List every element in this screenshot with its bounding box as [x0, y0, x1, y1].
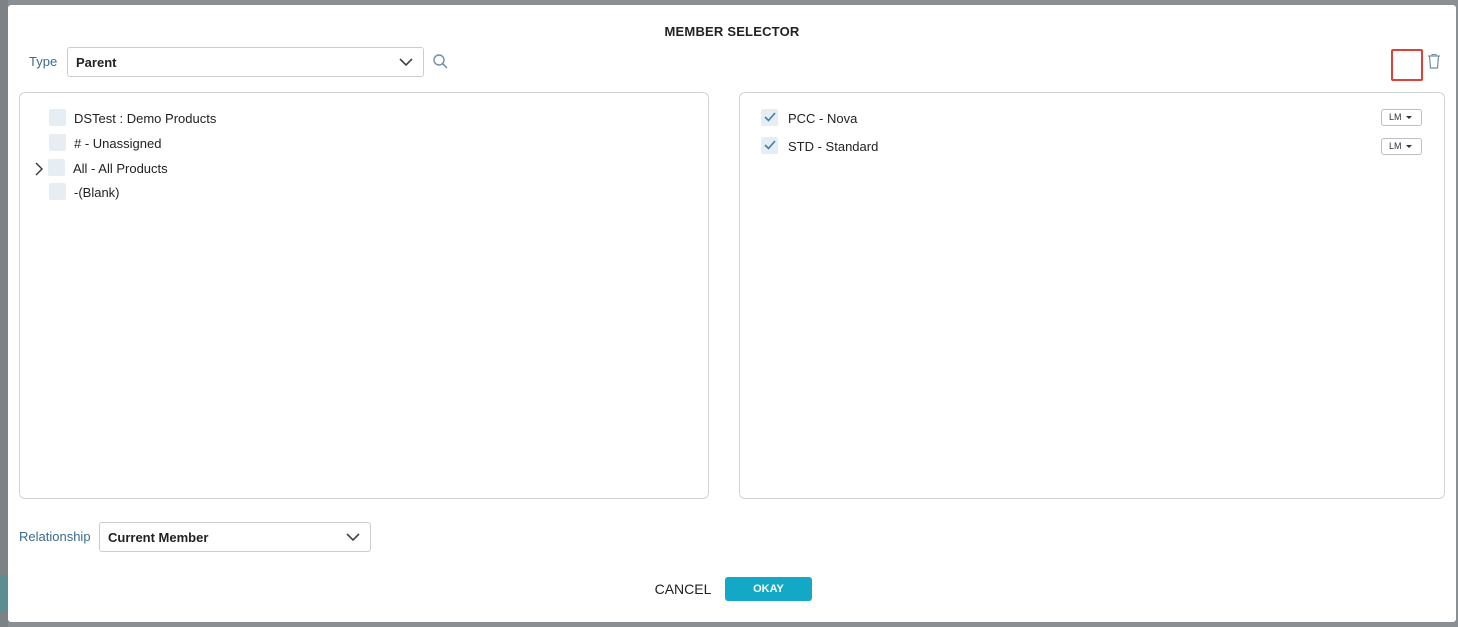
tree-item-label: # - Unassigned: [74, 136, 162, 151]
tree-item-checkbox[interactable]: [49, 183, 66, 200]
selected-item[interactable]: PCC - Nova LM: [761, 109, 1431, 129]
chevron-down-icon: [399, 58, 413, 67]
check-icon: [764, 140, 776, 150]
available-members-panel: DSTest : Demo Products # - Unassigned Al…: [19, 92, 709, 499]
type-label: Type: [29, 54, 58, 69]
caret-down-icon: [1406, 116, 1412, 119]
backdrop: [0, 0, 8, 627]
okay-button[interactable]: OKAY: [725, 577, 812, 601]
chevron-right-icon[interactable]: [34, 162, 44, 176]
selected-item-label: PCC - Nova: [788, 111, 858, 126]
dialog-title: MEMBER SELECTOR: [664, 24, 800, 39]
lm-dropdown-button[interactable]: LM: [1381, 138, 1422, 155]
highlighted-action-area[interactable]: [1391, 49, 1423, 81]
check-icon: [764, 112, 776, 122]
tree-item-checkbox[interactable]: [49, 109, 66, 126]
tree-item-checkbox[interactable]: [48, 159, 65, 176]
lm-dropdown-label: LM: [1389, 112, 1402, 122]
caret-down-icon: [1406, 145, 1412, 148]
cancel-button[interactable]: CANCEL: [648, 580, 718, 598]
trash-icon[interactable]: [1427, 53, 1441, 69]
tree-item-label: -(Blank): [74, 185, 120, 200]
tree-item-label: DSTest : Demo Products: [74, 111, 217, 126]
tree-item-checkbox[interactable]: [49, 134, 66, 151]
relationship-label: Relationship: [19, 529, 91, 544]
member-selector-dialog: MEMBER SELECTOR Type Parent DSTest : Dem…: [8, 5, 1456, 622]
selected-item-checkbox[interactable]: [761, 109, 778, 126]
relationship-select[interactable]: Current Member: [99, 522, 371, 552]
backdrop-element: [0, 575, 8, 611]
selected-item-checkbox[interactable]: [761, 137, 778, 154]
selected-item[interactable]: STD - Standard LM: [761, 137, 1431, 157]
selected-item-label: STD - Standard: [788, 139, 879, 154]
lm-dropdown-button[interactable]: LM: [1381, 109, 1422, 126]
type-select-value: Parent: [76, 55, 117, 70]
type-select[interactable]: Parent: [67, 47, 424, 77]
relationship-select-value: Current Member: [108, 530, 209, 545]
chevron-down-icon: [346, 533, 360, 542]
selected-members-panel: PCC - Nova LM STD - Standard LM: [739, 92, 1445, 499]
lm-dropdown-label: LM: [1389, 141, 1402, 151]
search-icon[interactable]: [432, 53, 449, 70]
tree-item-label: All - All Products: [73, 161, 168, 176]
